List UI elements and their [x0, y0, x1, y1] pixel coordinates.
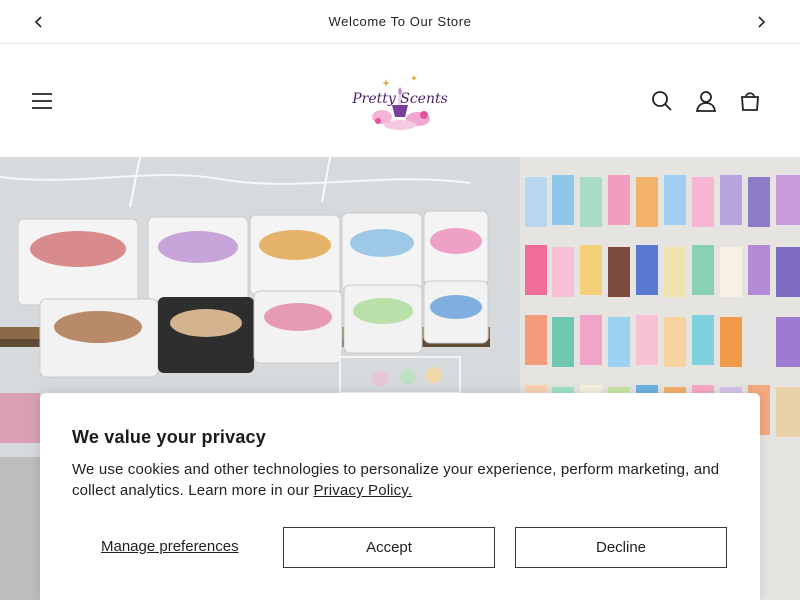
cart-icon[interactable] [736, 87, 764, 115]
user-icon[interactable] [692, 87, 720, 115]
store-logo[interactable]: Pretty Scents [351, 65, 448, 135]
privacy-policy-link[interactable]: Privacy Policy. [314, 482, 413, 499]
accept-button[interactable]: Accept [283, 527, 495, 568]
decline-button[interactable]: Decline [515, 527, 727, 568]
search-icon[interactable] [648, 87, 676, 115]
announcement-bar: Welcome To Our Store [0, 0, 800, 44]
hamburger-icon[interactable] [28, 87, 56, 115]
logo-text: Pretty Scents [352, 91, 448, 107]
chevron-right-icon[interactable] [751, 12, 771, 32]
announcement-text: Welcome To Our Store [328, 14, 472, 29]
cookie-body: We use cookies and other technologies to… [72, 459, 742, 501]
cookie-banner: We value your privacy We use cookies and… [40, 393, 760, 600]
cookie-title: We value your privacy [72, 427, 266, 447]
manage-preferences-link[interactable]: Manage preferences [101, 538, 239, 555]
site-header: Pretty Scents [0, 45, 800, 157]
chevron-left-icon[interactable] [29, 12, 49, 32]
